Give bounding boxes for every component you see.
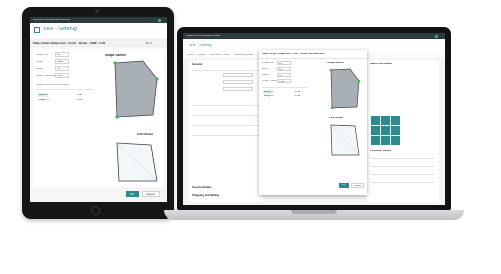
- tablet-back-icon[interactable]: [34, 27, 40, 33]
- divider: [36, 89, 94, 90]
- laptop-screen: Dynamics 365 Business Central VRF - Sete…: [183, 33, 445, 205]
- tile[interactable]: [391, 116, 400, 125]
- laptop-shape-sketch[interactable]: [329, 67, 361, 109]
- tablet-field-label: Shape No.: [36, 54, 49, 56]
- tablet-screen: Dynamics 365 Business Central VRF - Sete…: [30, 17, 167, 202]
- divider: [192, 105, 260, 106]
- tile[interactable]: [371, 116, 380, 125]
- laptop-cad-model[interactable]: [329, 123, 361, 157]
- table-cell: 3.40: [77, 93, 83, 96]
- tablet-cancel-button[interactable]: Cancel: [142, 191, 160, 197]
- table-row[interactable]: Width 1: [39, 94, 48, 97]
- table-cell: 3.50: [77, 98, 83, 101]
- tablet-cad-title: CAD Model: [137, 133, 153, 136]
- dialog-title: Sales Order Shape Dim - Sort - Order 365…: [262, 53, 325, 55]
- laptop-background-form: General Invoice Details Shipping and Bil…: [189, 60, 263, 202]
- tablet-field-label: Width: [36, 61, 43, 63]
- tablet-form-panel: Shape No. 10 Width 3.400 Height 3.5 Shee…: [33, 49, 164, 187]
- tile[interactable]: [391, 136, 400, 145]
- form-field[interactable]: [223, 80, 253, 84]
- tile[interactable]: [381, 136, 390, 145]
- form-field[interactable]: [223, 87, 253, 91]
- table-cell: 3.40: [295, 90, 301, 93]
- tablet-field-input[interactable]: 3.5: [55, 66, 69, 71]
- tile[interactable]: [381, 126, 390, 135]
- tablet-header: VRF - Setenig: [30, 23, 167, 38]
- laptop-header-title: VRF - Setenig: [189, 44, 212, 47]
- tablet-page-actions[interactable]: ⚙ ✕: [146, 42, 152, 45]
- tile[interactable]: [381, 116, 390, 125]
- tablet-camera: [95, 9, 99, 13]
- tablet-page-title: Sales Order Shape Fen - Front - Rome - V…: [33, 41, 106, 45]
- divider: [262, 87, 308, 88]
- section-title: Invoice Details: [192, 186, 212, 189]
- tab[interactable]: Order: [223, 54, 229, 56]
- dialog-cad-title: CAD Model: [329, 117, 343, 119]
- tablet-field-input[interactable]: 3 mm: [55, 73, 69, 78]
- section-title: General: [192, 63, 203, 66]
- tab[interactable]: Home: [187, 54, 193, 56]
- tablet-page-title-bar: Sales Order Shape Fen - Front - Rome - V…: [30, 39, 167, 47]
- factbox-title: Sales Line Details: [370, 63, 393, 65]
- table-row[interactable]: Height 1: [39, 99, 49, 102]
- tablet-sketch-title: Shape Sketch: [105, 54, 126, 57]
- divider: [370, 174, 434, 175]
- tab[interactable]: Prepare: [197, 54, 206, 56]
- tab[interactable]: Print/Send: [210, 54, 221, 56]
- form-field[interactable]: [223, 73, 253, 77]
- tablet-cad-model[interactable]: [115, 141, 159, 183]
- divider: [192, 70, 260, 71]
- dialog-field-label: Width: [262, 68, 269, 70]
- dialog-field-input[interactable]: 3 mm: [277, 79, 291, 83]
- divider: [370, 158, 434, 159]
- tab[interactable]: Request Approval: [234, 54, 253, 56]
- tile[interactable]: [371, 136, 380, 145]
- table-cell: 3.50: [295, 95, 301, 97]
- dialog-field-input[interactable]: 10: [277, 61, 291, 65]
- tile[interactable]: [391, 126, 400, 135]
- dialog-field-label: Shape No.: [262, 62, 275, 64]
- tablet-home-button[interactable]: [91, 206, 100, 215]
- section-title: Shipping and Billing: [192, 194, 220, 197]
- tablet-header-title: VRF - Setenig: [43, 27, 77, 32]
- tablet-field-label: Height: [36, 68, 44, 70]
- dialog-field-label: Height: [262, 74, 270, 76]
- divider: [370, 182, 434, 183]
- tablet-field-input[interactable]: 3.400: [55, 59, 69, 64]
- divider: [192, 125, 260, 126]
- tablet-status-icon: [158, 18, 161, 22]
- table-row[interactable]: Height 1: [264, 95, 274, 98]
- dialog-field-input[interactable]: 3.5: [277, 73, 291, 77]
- tile[interactable]: [371, 126, 380, 135]
- tablet-field-input[interactable]: 10: [55, 52, 69, 57]
- tablet-shape-sketch[interactable]: [113, 59, 159, 119]
- dialog-ok-button[interactable]: OK: [339, 183, 349, 188]
- tablet-table-header: Shape Dimensions and Bend: [36, 84, 70, 86]
- table-row[interactable]: Width 1: [264, 91, 273, 94]
- divider: [192, 115, 260, 116]
- laptop-window-title: Dynamics 365 Business Central: [186, 34, 220, 37]
- divider: [192, 135, 260, 136]
- dialog-field-input[interactable]: 3.4: [277, 67, 291, 71]
- dialog-sketch-title: Shape Sketch: [327, 62, 345, 64]
- dialog-cancel-button[interactable]: Cancel: [351, 183, 364, 188]
- divider: [259, 58, 367, 59]
- factbox-title: Customer Details: [370, 150, 392, 152]
- tablet-field-label: Sheet Thickness: [36, 75, 56, 77]
- tablet-window-title: Dynamics 365 Business Central: [33, 18, 70, 21]
- laptop-dialog: Sales Order Shape Dim - Sort - Order 365…: [259, 50, 367, 195]
- tablet-ok-button[interactable]: OK: [126, 191, 139, 197]
- laptop-status-icon: [435, 34, 438, 38]
- laptop-factbox: Sales Line Details Customer Details: [367, 60, 439, 202]
- divider: [370, 166, 434, 167]
- laptop-notch: [291, 210, 337, 214]
